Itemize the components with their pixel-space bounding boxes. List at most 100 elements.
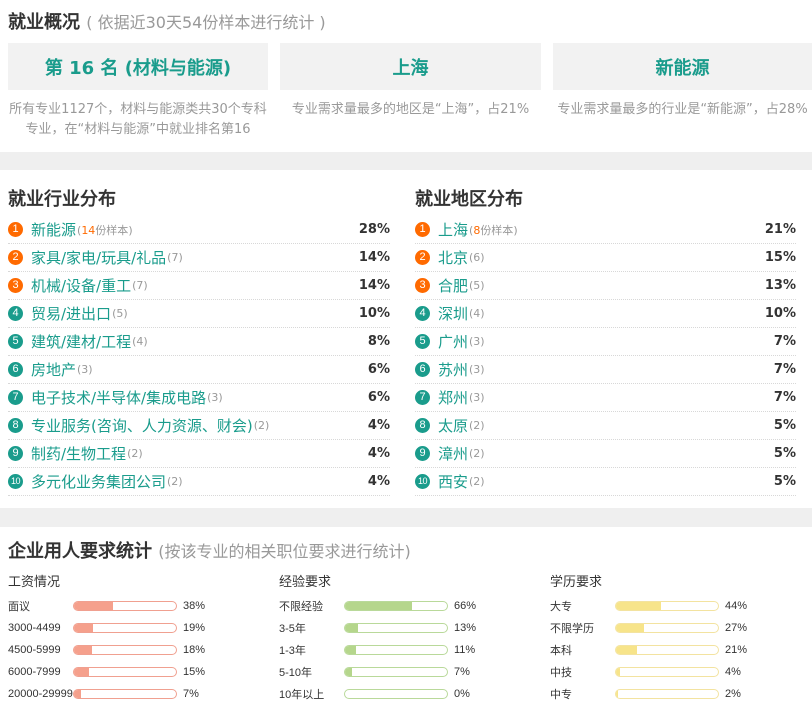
industry-item-name[interactable]: 专业服务(咨询、人力资源、财会) [31,415,253,436]
experience-row-label: 5-10年 [279,667,313,679]
region-item-count: (3) [469,335,485,348]
education-progress-bar [615,667,719,677]
region-item-name[interactable]: 太原 [438,415,468,436]
region-item-count: (2) [469,475,485,488]
industry-item-count: (2) [167,475,183,488]
region-item-count: (2) [469,419,485,432]
region-item-name[interactable]: 苏州 [438,359,468,380]
education-row-label: 不限学历 [550,623,594,635]
industry-rank-badge: 5 [8,334,23,349]
salary-row-label: 3000-4499 [8,622,61,634]
region-item[interactable]: 9 漳州 (2) 5% [415,440,796,468]
industry-item[interactable]: 3 机械/设备/重工 (7) 14% [8,272,390,300]
industry-item-name[interactable]: 房地产 [31,359,76,380]
region-rank-badge: 5 [415,334,430,349]
overview-card-industry-desc: 专业需求量最多的行业是“新能源”，占28% [557,102,808,117]
region-item[interactable]: 6 苏州 (3) 7% [415,356,796,384]
experience-progress-bar [344,689,448,699]
region-item-name[interactable]: 合肥 [438,275,468,296]
region-rank-badge: 7 [415,390,430,405]
industry-item-count: (5) [112,307,128,320]
salary-row-label: 4500-5999 [8,644,61,656]
industry-item[interactable]: 2 家具/家电/玩具/礼品 (7) 14% [8,244,390,272]
experience-progress-bar [344,601,448,611]
region-item[interactable]: 8 太原 (2) 5% [415,412,796,440]
education-row-label: 中技 [550,667,572,679]
industry-item[interactable]: 7 电子技术/半导体/集成电路 (3) 6% [8,384,390,412]
industry-item[interactable]: 1 新能源 (14份样本) 28% [8,216,390,244]
industry-title: 就业行业分布 [8,189,116,210]
industry-item-name[interactable]: 多元化业务集团公司 [31,471,166,492]
education-row-label: 大专 [550,601,572,613]
salary-progress-bar [73,689,177,699]
overview-card-rank-desc: 所有专业1127个，材料与能源类共30个专科专业，在“材料与能源”中就业排名第1… [9,102,267,137]
experience-row-label: 10年以上 [279,689,325,701]
industry-item-name[interactable]: 制药/生物工程 [31,443,126,464]
industry-sample-count: 14 [81,223,96,237]
education-row: 中技 4% [550,661,747,683]
salary-row-pct: 38% [183,600,206,612]
industry-rank-badge: 6 [8,362,23,377]
salary-row-pct: 15% [183,666,206,678]
industry-item[interactable]: 8 专业服务(咨询、人力资源、财会) (2) 4% [8,412,390,440]
overview-subtitle: ( 依据近30天54份样本进行统计 ) [86,13,326,32]
industry-item-count: (7) [132,279,148,292]
region-item-name[interactable]: 北京 [438,247,468,268]
industry-item[interactable]: 10 多元化业务集团公司 (2) 4% [8,468,390,496]
region-item[interactable]: 2 北京 (6) 15% [415,244,796,272]
experience-row-pct: 66% [454,600,477,612]
region-item-pct: 5% [773,474,796,489]
experience-progress-fill [345,668,353,676]
experience-progress-fill [345,624,359,632]
region-rank-badge: 9 [415,446,430,461]
education-row: 不限学历 27% [550,617,747,639]
education-row: 本科 21% [550,639,747,661]
industry-item-name[interactable]: 机械/设备/重工 [31,275,131,296]
industry-item-name[interactable]: 建筑/建材/工程 [31,331,131,352]
region-item-name[interactable]: 深圳 [438,303,468,324]
requirements-title-text: 企业用人要求统计 [8,541,152,562]
region-item[interactable]: 10 西安 (2) 5% [415,468,796,496]
overview-card-region-headline: 上海 [392,57,429,79]
region-item[interactable]: 7 郑州 (3) 7% [415,384,796,412]
salary-list: 面议 38% 3000-4499 19% 4500-5999 18% 6000-7999 15… [8,595,205,705]
industry-item-name[interactable]: 电子技术/半导体/集成电路 [31,387,206,408]
education-row-pct: 2% [725,688,741,700]
overview-section: 就业概况 ( 依据近30天54份样本进行统计 ) 第 16 名 (材料与能源) … [0,0,812,152]
industry-item-count: (14份样本) [77,223,133,237]
region-item-name[interactable]: 广州 [438,331,468,352]
region-item[interactable]: 5 广州 (3) 7% [415,328,796,356]
experience-row-label: 1-3年 [279,645,306,657]
industry-item[interactable]: 6 房地产 (3) 6% [8,356,390,384]
industry-item[interactable]: 5 建筑/建材/工程 (4) 8% [8,328,390,356]
experience-progress-fill [345,646,357,654]
industry-item-name[interactable]: 家具/家电/玩具/礼品 [31,247,166,268]
industry-item-pct: 4% [367,474,390,489]
region-sample-suffix: 份样本 [480,223,514,237]
industry-item-count: (2) [253,419,270,432]
region-item-count: (8份样本) [469,223,518,237]
region-item[interactable]: 1 上海 (8份样本) 21% [415,216,796,244]
salary-progress-bar [73,667,177,677]
industry-item-name[interactable]: 贸易/进出口 [31,303,111,324]
region-item-name[interactable]: 郑州 [438,387,468,408]
industry-rank-badge: 8 [8,418,23,433]
salary-row-pct: 7% [183,688,199,700]
industry-item-name[interactable]: 新能源 [31,219,76,240]
experience-row-pct: 13% [454,622,477,634]
region-item-count: (3) [469,363,485,376]
region-item[interactable]: 3 合肥 (5) 13% [415,272,796,300]
region-item-pct: 7% [773,362,796,377]
industry-item[interactable]: 4 贸易/进出口 (5) 10% [8,300,390,328]
education-progress-bar [615,623,719,633]
industry-rank-badge: 9 [8,446,23,461]
experience-row-label: 3-5年 [279,623,306,635]
region-item-name[interactable]: 西安 [438,471,468,492]
experience-progress-fill [345,602,413,610]
region-item-name[interactable]: 上海 [438,219,468,240]
industry-item[interactable]: 9 制药/生物工程 (2) 4% [8,440,390,468]
industry-rank-badge: 1 [8,222,23,237]
education-progress-bar [615,601,719,611]
region-item[interactable]: 4 深圳 (4) 10% [415,300,796,328]
region-item-name[interactable]: 漳州 [438,443,468,464]
